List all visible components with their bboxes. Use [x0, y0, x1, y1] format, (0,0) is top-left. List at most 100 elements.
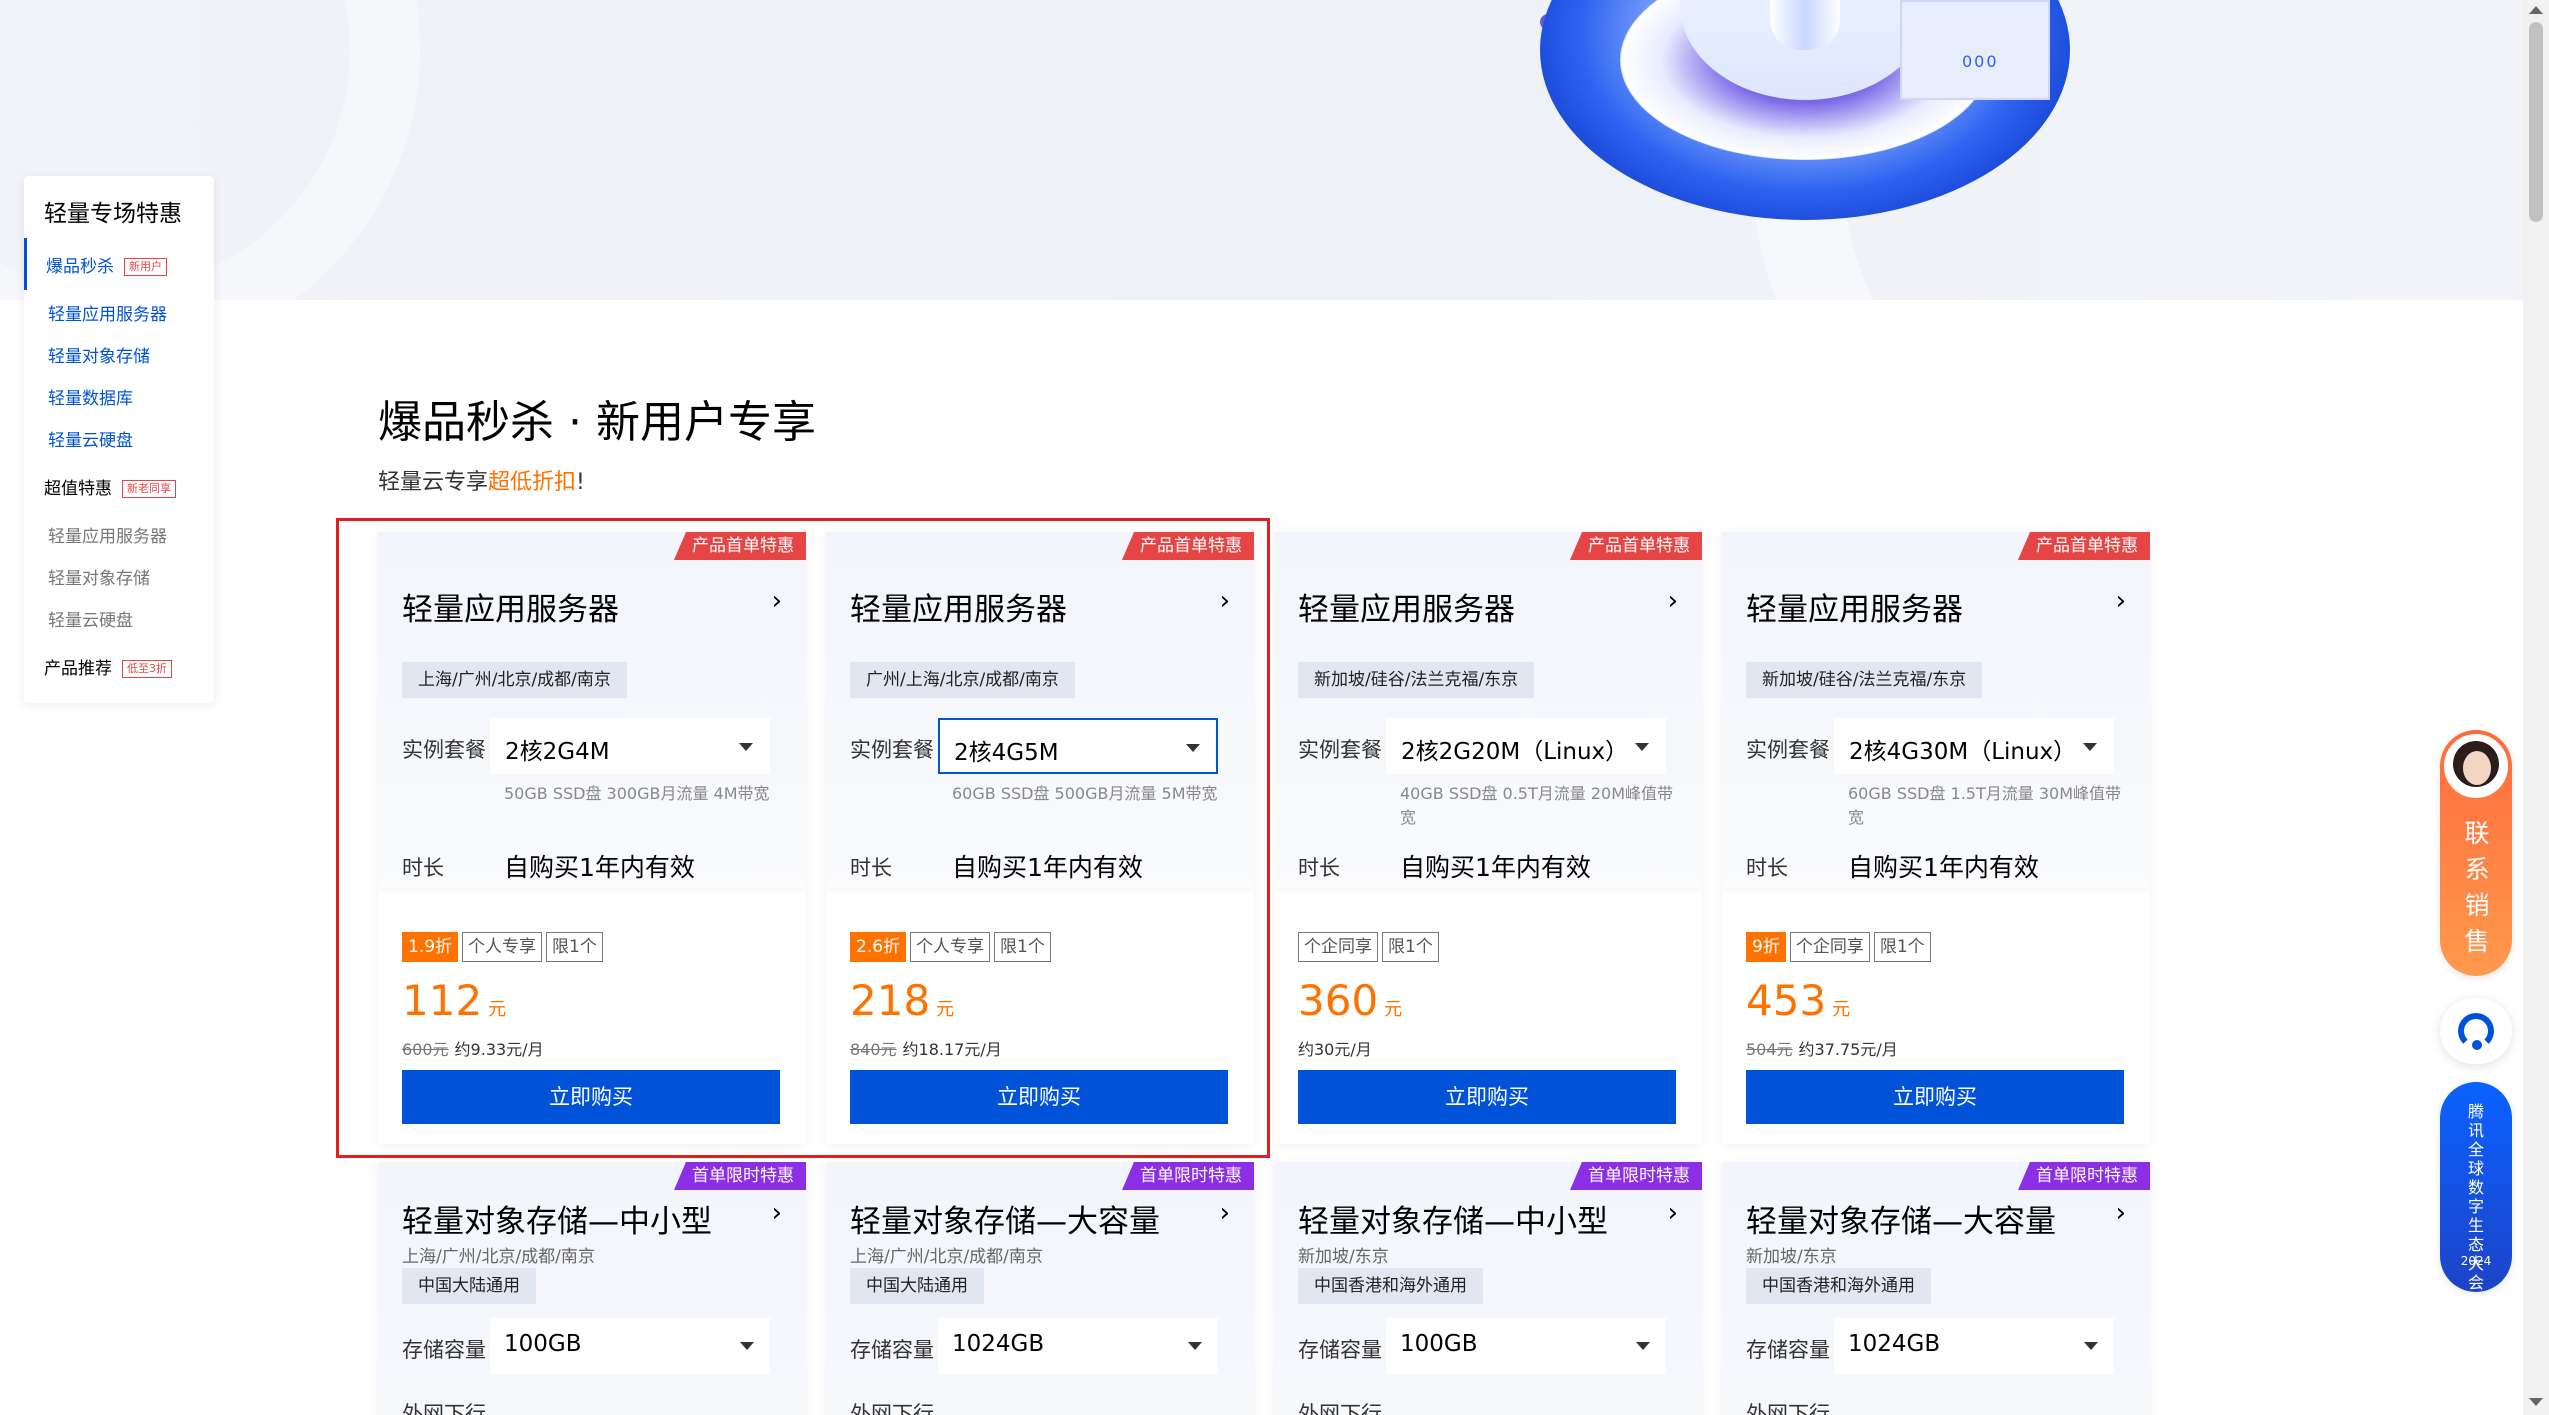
card-title[interactable]: 轻量应用服务器: [1298, 584, 1515, 629]
sidebar-item-value-cloud-disk[interactable]: 轻量云硬盘: [48, 606, 133, 631]
package-label: 实例套餐: [1298, 738, 1382, 762]
buy-button[interactable]: 立即购买: [1298, 1070, 1676, 1124]
subtitle-text: 轻量云专享: [378, 470, 489, 495]
sidebar-item-label: 爆品秒杀: [46, 257, 114, 277]
duration-value: 自购买1年内有效: [1400, 853, 1591, 882]
event-year: 2024: [2460, 1254, 2492, 1268]
caret-down-icon: [2084, 1342, 2098, 1350]
traffic-label: 外网下行: [850, 1402, 934, 1415]
duration-label: 时长: [1746, 856, 1788, 880]
scroll-up-arrow-icon[interactable]: [2529, 6, 2543, 14]
price-value: 453: [1746, 976, 1827, 1025]
capacity-label: 存储容量: [1746, 1338, 1830, 1362]
package-select[interactable]: 2核2G20M（Linux）: [1386, 718, 1666, 774]
card-title[interactable]: 轻量对象存储—中小型: [1298, 1196, 1608, 1241]
price: 453 元: [1746, 976, 1850, 1025]
customer-service-button[interactable]: [2440, 998, 2512, 1064]
subtitle-highlight: 超低折扣: [488, 470, 577, 495]
card-title[interactable]: 轻量应用服务器: [1746, 584, 1963, 629]
contact-sales-label: 联系销售: [2464, 819, 2490, 956]
section-subtitle: 轻量云专享超低折扣!: [378, 464, 585, 496]
capacity-select[interactable]: 1024GB: [1834, 1318, 2114, 1374]
scroll-down-arrow-icon[interactable]: [2529, 1398, 2543, 1406]
chevron-right-icon[interactable]: ›: [1668, 586, 1678, 616]
active-indicator: [24, 238, 27, 290]
chevron-right-icon[interactable]: ›: [772, 1198, 782, 1228]
package-value: 2核2G20M（Linux）: [1401, 739, 1629, 765]
region-tag: 中国香港和海外通用: [1746, 1268, 1931, 1304]
package-description: 40GB SSD盘 0.5T月流量 20M峰值带宽: [1400, 784, 1674, 827]
chevron-right-icon[interactable]: ›: [1220, 1198, 1230, 1228]
capacity-label: 存储容量: [850, 1338, 934, 1362]
caret-down-icon: [740, 1342, 754, 1350]
sidebar-group-value[interactable]: 超值特惠 新老同享: [44, 474, 176, 499]
capacity-label: 存储容量: [1298, 1338, 1382, 1362]
capacity-label: 存储容量: [402, 1338, 486, 1362]
scrollbar-thumb[interactable]: [2529, 22, 2543, 222]
traffic-label: 外网下行: [1298, 1402, 1382, 1415]
server-box-label: 000: [1962, 52, 1999, 71]
traffic-label: 外网下行: [402, 1402, 486, 1415]
capacity-select[interactable]: 1024GB: [938, 1318, 1218, 1374]
sidebar-item-value-lighthouse[interactable]: 轻量应用服务器: [48, 522, 167, 547]
product-card: 产品首单特惠 轻量应用服务器 › 新加坡/硅谷/法兰克福/东京 实例套餐 2核4…: [1722, 532, 2150, 1144]
storage-card: 首单限时特惠 轻量对象存储—中小型 › 新加坡/东京 中国香港和海外通用 存储容…: [1274, 1162, 1702, 1415]
price-unit: 元: [1832, 999, 1851, 1020]
sidebar-item-value-object-storage[interactable]: 轻量对象存储: [48, 564, 150, 589]
headset-mic-icon: [2472, 1040, 2482, 1050]
hero-banner: 000: [0, 0, 2523, 300]
avatar-face: [2463, 751, 2491, 785]
monthly-price: 约37.75元/月: [1798, 1040, 1898, 1059]
tag-list: 9折 个企同享 限1个: [1746, 932, 1931, 962]
tag-list: 个企同享 限1个: [1298, 932, 1439, 962]
duration-label: 时长: [1298, 856, 1340, 880]
monthly-price: 约30元/月: [1298, 1040, 1372, 1059]
sidebar-item-database[interactable]: 轻量数据库: [48, 384, 133, 409]
chevron-right-icon[interactable]: ›: [2116, 1198, 2126, 1228]
promo-badge: 首单限时特惠: [1122, 1162, 1254, 1190]
caret-down-icon: [2083, 743, 2097, 751]
contact-sales-button[interactable]: 联系销售: [2440, 730, 2512, 976]
card-title[interactable]: 轻量对象存储—大容量: [1746, 1196, 2056, 1241]
new-user-tag: 新用户: [124, 258, 167, 276]
caret-down-icon: [1188, 1342, 1202, 1350]
sidebar-item-cloud-disk[interactable]: 轻量云硬盘: [48, 426, 133, 451]
package-label: 实例套餐: [1746, 738, 1830, 762]
buy-button[interactable]: 立即购买: [1746, 1070, 2124, 1124]
sidebar-item-object-storage[interactable]: 轻量对象存储: [48, 342, 150, 367]
card-title[interactable]: 轻量对象存储—中小型: [402, 1196, 712, 1241]
capacity-select[interactable]: 100GB: [490, 1318, 770, 1374]
chevron-right-icon[interactable]: ›: [2116, 586, 2126, 616]
location-text: 上海/广州/北京/成都/南京: [850, 1247, 1043, 1267]
location-text: 新加坡/东京: [1746, 1247, 1837, 1267]
traffic-label: 外网下行: [1746, 1402, 1830, 1415]
sidebar-group-recommend[interactable]: 产品推荐 低至3折: [44, 654, 172, 679]
chevron-right-icon[interactable]: ›: [1668, 1198, 1678, 1228]
section-title: 爆品秒杀 · 新用户专享: [378, 397, 816, 448]
region-tag: 中国大陆通用: [402, 1268, 536, 1304]
capacity-value: 100GB: [1400, 1331, 1478, 1357]
sidebar-item-lighthouse[interactable]: 轻量应用服务器: [48, 300, 167, 325]
all-users-tag: 新老同享: [122, 480, 176, 498]
price-detail: 504元 约37.75元/月: [1746, 1036, 1898, 1060]
package-description: 60GB SSD盘 1.5T月流量 30M峰值带宽: [1848, 784, 2122, 827]
package-value: 2核4G30M（Linux）: [1849, 739, 2077, 765]
card-title[interactable]: 轻量对象存储—大容量: [850, 1196, 1160, 1241]
promo-badge: 首单限时特惠: [674, 1162, 806, 1190]
discount-tag: 低至3折: [122, 660, 172, 678]
sidebar-group-label: 产品推荐: [44, 659, 112, 679]
sidebar-nav: 轻量专场特惠 爆品秒杀 新用户 轻量应用服务器 轻量对象存储 轻量数据库 轻量云硬…: [24, 176, 214, 703]
promo-badge: 产品首单特惠: [2018, 532, 2150, 560]
region-tag: 中国香港和海外通用: [1298, 1268, 1483, 1304]
eligibility-tag: 个企同享: [1298, 932, 1378, 962]
sidebar-item-flash-sale[interactable]: 爆品秒杀 新用户: [46, 252, 167, 277]
region-tag: 新加坡/硅谷/法兰克福/东京: [1298, 662, 1535, 698]
capacity-value: 1024GB: [952, 1331, 1045, 1357]
price-value: 360: [1298, 976, 1379, 1025]
discount-tag: 9折: [1746, 932, 1786, 962]
event-banner-button[interactable]: 腾讯全球数字生态大会 2024: [2440, 1082, 2512, 1292]
location-text: 新加坡/东京: [1298, 1247, 1389, 1267]
package-select[interactable]: 2核4G30M（Linux）: [1834, 718, 2114, 774]
price-unit: 元: [1384, 999, 1403, 1020]
capacity-select[interactable]: 100GB: [1386, 1318, 1666, 1374]
